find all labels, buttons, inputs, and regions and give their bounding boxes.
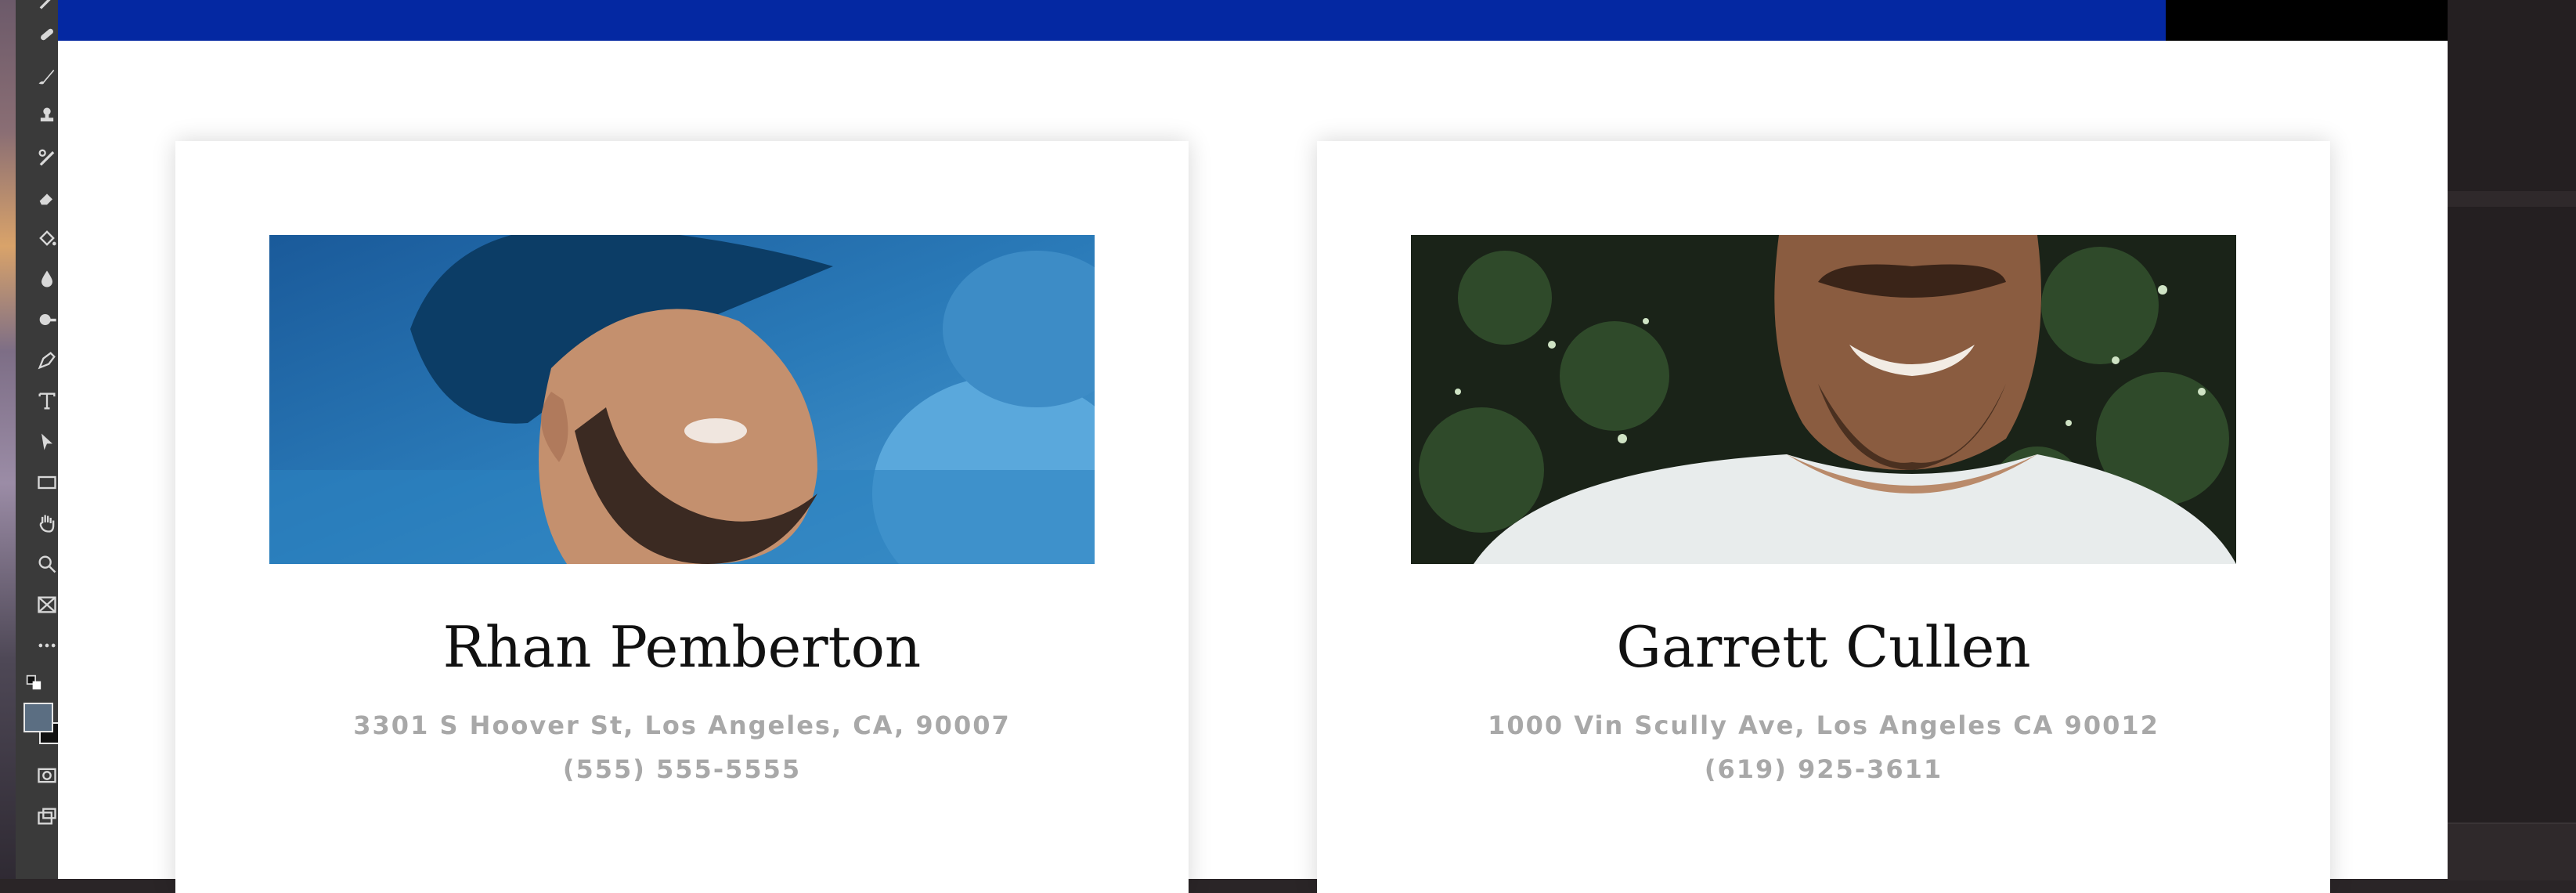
contact-address: 3301 S Hoover St, Los Angeles, CA, 90007 <box>353 710 1011 740</box>
contact-address: 1000 Vin Scully Ave, Los Angeles CA 9001… <box>1488 710 2159 740</box>
hand-icon[interactable] <box>34 512 58 537</box>
tools-panel <box>0 0 58 879</box>
pen-icon[interactable] <box>34 349 58 374</box>
desktop-wallpaper-strip <box>0 0 16 879</box>
panel-divider <box>2448 191 2576 207</box>
contact-photo <box>269 235 1095 564</box>
rectangle-icon[interactable] <box>34 472 58 497</box>
frame-icon[interactable] <box>34 594 58 619</box>
screen-mode-icon[interactable] <box>34 805 58 830</box>
contact-name: Rhan Pemberton <box>442 614 922 680</box>
type-icon[interactable] <box>34 390 58 415</box>
healing-icon[interactable] <box>34 24 58 49</box>
document-canvas: Rhan Pemberton 3301 S Hoover St, Los Ang… <box>58 0 2448 893</box>
stamp-icon[interactable] <box>34 105 58 130</box>
contact-photo <box>1411 235 2236 564</box>
contact-card: Garrett Cullen 1000 Vin Scully Ave, Los … <box>1317 141 2330 893</box>
foreground-color-swatch[interactable] <box>23 703 53 732</box>
header-bar-edge <box>2166 0 2448 41</box>
brush-icon[interactable] <box>34 64 58 89</box>
history-brush-icon[interactable] <box>34 146 58 171</box>
zoom-icon[interactable] <box>34 553 58 578</box>
contact-name: Garrett Cullen <box>1616 614 2031 680</box>
blur-icon[interactable] <box>34 268 58 293</box>
brush-icon[interactable] <box>34 0 58 14</box>
contact-card: Rhan Pemberton 3301 S Hoover St, Los Ang… <box>175 141 1189 893</box>
eraser-icon[interactable] <box>34 186 58 212</box>
contact-phone[interactable]: (555) 555-5555 <box>175 754 1189 784</box>
path-selection-icon[interactable] <box>34 431 58 456</box>
more-icon[interactable] <box>34 634 58 660</box>
dodge-icon[interactable] <box>34 309 58 334</box>
default-colors-icon[interactable] <box>22 672 47 697</box>
quick-mask-icon[interactable] <box>34 765 58 790</box>
contact-phone[interactable]: (619) 925-3611 <box>1317 754 2330 784</box>
paint-bucket-icon[interactable] <box>34 227 58 252</box>
right-panel <box>2448 0 2576 880</box>
panel-footer <box>2448 822 2576 880</box>
header-bar <box>58 0 2166 41</box>
